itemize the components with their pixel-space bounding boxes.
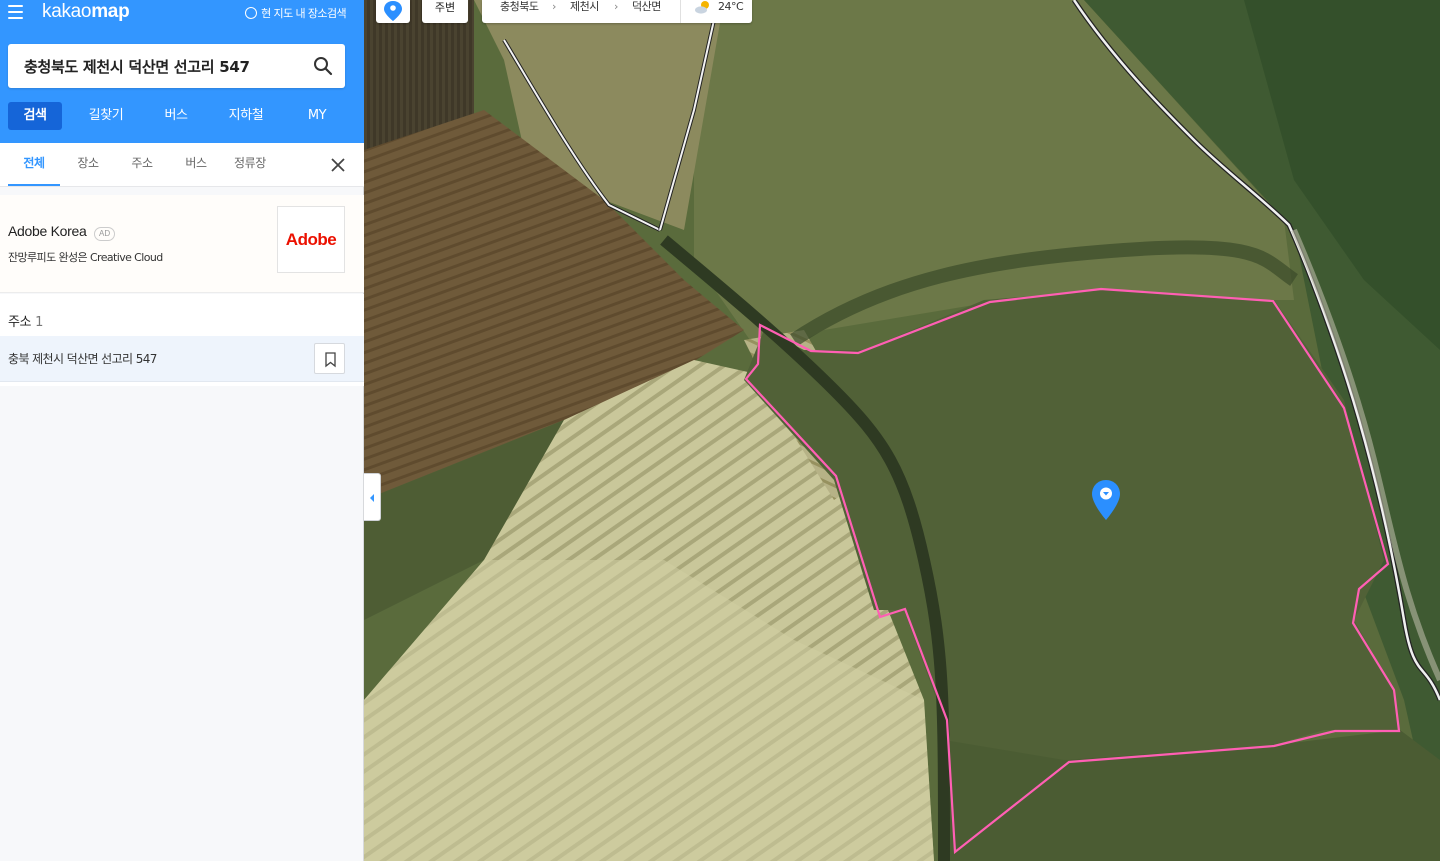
location-pin-icon [384, 1, 402, 21]
tab-bus[interactable]: 버스 [150, 102, 202, 130]
ad-description: 잔망루피도 완성은 Creative Cloud [8, 251, 163, 264]
tab-directions[interactable]: 길찾기 [62, 102, 150, 130]
my-location-button[interactable] [376, 0, 410, 23]
breadcrumb-separator: › [614, 0, 618, 13]
map-view[interactable] [364, 0, 1440, 861]
ad-title[interactable]: Adobe Korea [8, 223, 87, 239]
map-marker-icon [1092, 480, 1120, 520]
bookmark-icon [325, 352, 336, 368]
filter-tab-place[interactable]: 장소 [64, 143, 112, 186]
map-breadcrumb: 충청북도 › 제천시 › 덕산면 24°C [482, 0, 752, 23]
panel-collapse-button[interactable] [364, 473, 381, 521]
chevron-left-icon [370, 494, 374, 502]
adobe-logo-text: Adobe [285, 229, 337, 249]
map-marker[interactable] [1090, 478, 1122, 522]
list-item[interactable]: 충북 제천시 덕산면 선고리 547 [0, 336, 364, 382]
tab-search[interactable]: 검색 [8, 102, 62, 130]
address-text[interactable]: 충북 제천시 덕산면 선고리 547 [8, 350, 157, 367]
filter-tab-all[interactable]: 전체 [8, 143, 60, 186]
kakaomap-logo[interactable]: kakaomap [42, 0, 130, 24]
search-input[interactable] [8, 44, 308, 88]
tab-my[interactable]: MY [290, 102, 344, 130]
filter-tab-stop[interactable]: 정류장 [226, 143, 274, 186]
app-root: kakaomap 현 지도 내 장소검색 검색 길찾기 버스 지하철 MY [0, 0, 1440, 861]
result-filter-tabs: 전체 장소 주소 버스 정류장 [0, 143, 364, 187]
satellite-imagery[interactable] [364, 0, 1440, 861]
breadcrumb-separator: › [552, 0, 556, 13]
bookmark-button[interactable] [314, 343, 345, 374]
top-bar: kakaomap 현 지도 내 장소검색 검색 길찾기 버스 지하철 MY [0, 0, 364, 143]
breadcrumb-city[interactable]: 제천시 [570, 0, 599, 14]
filter-tab-address[interactable]: 주소 [118, 143, 166, 186]
ad-card[interactable]: Adobe Korea AD 잔망루피도 완성은 Creative Cloud … [0, 195, 364, 293]
adobe-logo[interactable]: Adobe [277, 206, 345, 273]
breadcrumb-district[interactable]: 덕산면 [632, 0, 661, 14]
divider [680, 0, 681, 23]
temperature: 24°C [718, 0, 744, 13]
tab-subway[interactable]: 지하철 [202, 102, 290, 130]
search-panel: kakaomap 현 지도 내 장소검색 검색 길찾기 버스 지하철 MY [0, 0, 364, 861]
ad-badge: AD [94, 227, 116, 241]
address-heading: 주소 1 [8, 315, 43, 330]
search-box [8, 44, 345, 88]
area-search-toggle[interactable]: 현 지도 내 장소검색 [245, 5, 347, 21]
breadcrumb-province[interactable]: 충청북도 [500, 0, 539, 14]
search-icon[interactable] [313, 56, 333, 76]
area-search-label: 현 지도 내 장소검색 [261, 7, 346, 20]
menu-icon[interactable] [8, 5, 24, 19]
radio-icon [245, 7, 258, 19]
main-nav-tabs: 검색 길찾기 버스 지하철 MY [8, 102, 354, 130]
around-button[interactable]: 주변 [422, 0, 468, 23]
address-results: 주소 1 충북 제천시 덕산면 선고리 547 [0, 294, 364, 386]
filter-tab-bus[interactable]: 버스 [172, 143, 220, 186]
close-icon[interactable] [330, 157, 346, 173]
weather-partly-cloudy-icon [695, 1, 709, 14]
address-count: 1 [35, 315, 43, 330]
